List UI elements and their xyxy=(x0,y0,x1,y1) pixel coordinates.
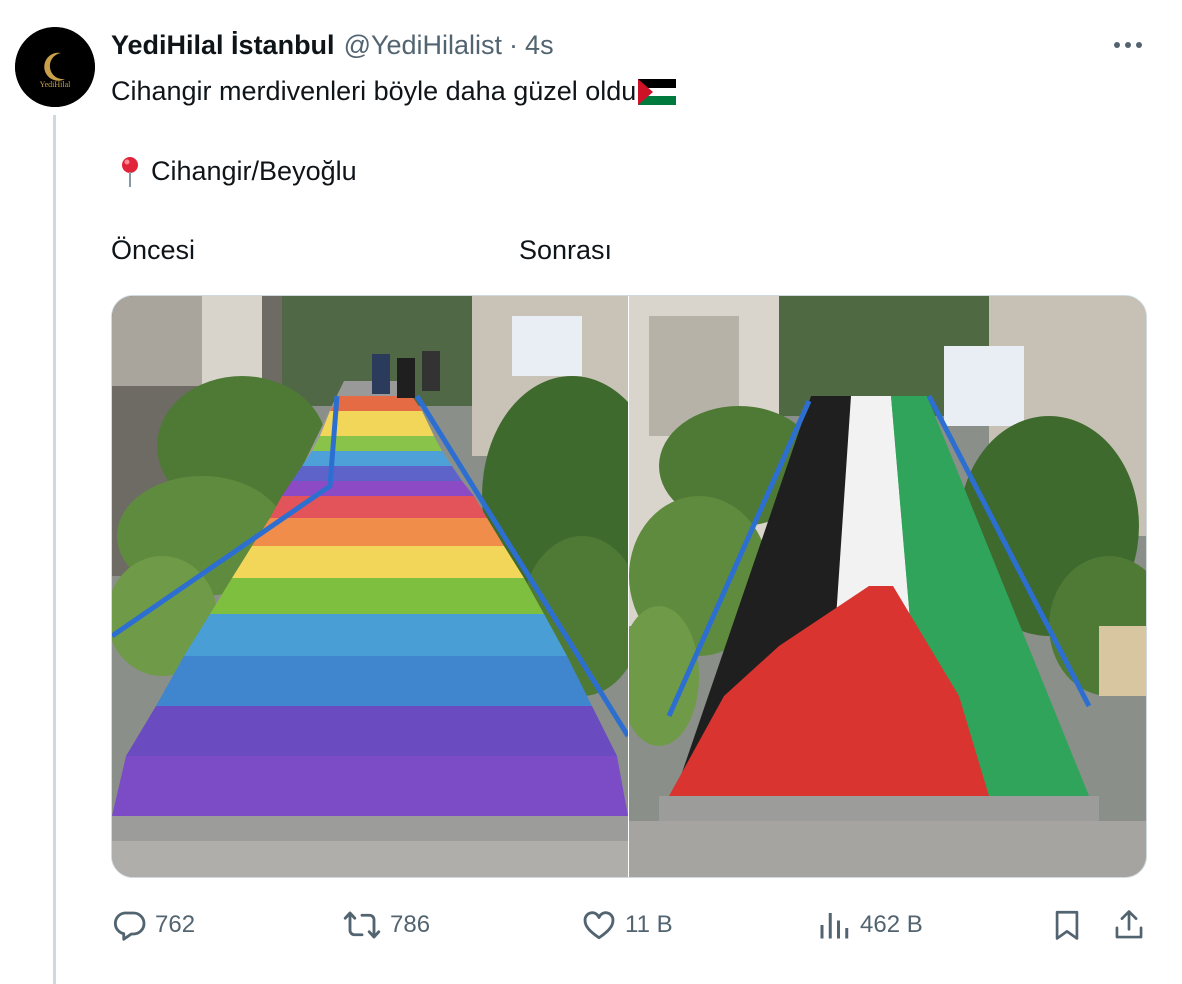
reply-count: 762 xyxy=(155,911,196,938)
tweet-header: YediHilal İstanbul @YediHilalist · 4s xyxy=(111,30,554,64)
tweet-location-line: Cihangir/Beyoğlu xyxy=(113,154,357,188)
label-after: Sonrası xyxy=(519,235,613,265)
views-button[interactable]: 462 B xyxy=(816,906,923,944)
palestine-flag-icon xyxy=(638,78,677,105)
repost-button[interactable]: 786 xyxy=(342,906,430,944)
bookmark-icon xyxy=(1055,910,1079,940)
views-chart-icon xyxy=(820,913,849,939)
like-button[interactable]: 11 B xyxy=(581,906,673,944)
heart-icon xyxy=(583,911,615,940)
media-image-before[interactable] xyxy=(112,296,628,877)
like-count: 11 B xyxy=(625,911,673,938)
media-grid xyxy=(111,295,1147,878)
tweet-timestamp[interactable]: 4s xyxy=(525,30,554,61)
reply-icon xyxy=(113,911,146,941)
crescent-logo-icon: YediHilal xyxy=(15,27,95,107)
repost-icon xyxy=(343,911,381,939)
tweet-location-text: Cihangir/Beyoğlu xyxy=(151,155,357,186)
author-handle[interactable]: @YediHilalist xyxy=(344,30,502,61)
author-display-name[interactable]: YediHilal İstanbul xyxy=(111,30,335,61)
more-dots-icon xyxy=(1114,42,1142,48)
media-image-after[interactable] xyxy=(629,296,1146,877)
share-icon xyxy=(1115,910,1143,939)
bookmark-button[interactable] xyxy=(1050,906,1084,944)
palestine-stairs-image xyxy=(629,296,1146,877)
thread-line xyxy=(53,115,56,984)
reply-button[interactable]: 762 xyxy=(111,906,195,944)
share-button[interactable] xyxy=(1112,906,1146,944)
more-options-button[interactable] xyxy=(1110,32,1146,58)
label-before: Öncesi xyxy=(111,235,196,265)
pushpin-icon xyxy=(122,157,138,187)
tweet-text: Cihangir merdivenleri böyle daha güzel o… xyxy=(111,76,637,106)
separator-dot: · xyxy=(509,30,519,60)
tweet-text-line1: Cihangir merdivenleri böyle daha güzel o… xyxy=(111,76,677,107)
avatar[interactable]: YediHilal xyxy=(15,27,95,107)
views-count: 462 B xyxy=(860,911,923,938)
repost-count: 786 xyxy=(390,911,431,938)
rainbow-stairs-image xyxy=(112,296,628,877)
avatar-wordmark: YediHilal xyxy=(40,80,72,89)
